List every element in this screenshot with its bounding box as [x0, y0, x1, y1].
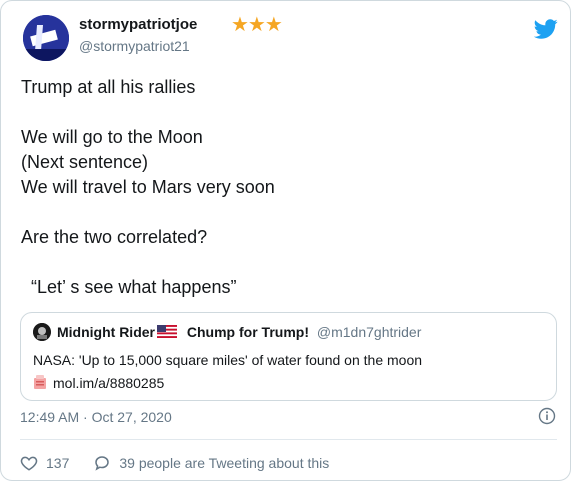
- avatar[interactable]: [23, 15, 69, 61]
- comment-icon: [95, 456, 110, 471]
- quoted-avatar: [33, 323, 51, 341]
- quoted-display-name: Midnight Rider: [57, 324, 155, 340]
- quoted-link[interactable]: mol.im/a/8880285: [53, 375, 164, 391]
- talking-about: 39 people are Tweeting about this: [119, 455, 330, 471]
- divider: [20, 439, 557, 440]
- star-emojis: ★★★: [231, 14, 283, 36]
- like-count: 137: [46, 455, 70, 471]
- display-name[interactable]: stormypatriotjoe: [79, 16, 197, 33]
- tweet-text: Trump at all his rallies We will go to t…: [21, 77, 275, 297]
- quoted-handle: @m1dn7ghtrider: [316, 324, 422, 340]
- quoted-text: NASA: 'Up to 15,000 square miles' of wat…: [33, 352, 423, 368]
- quoted-name-line: Midnight Rider Chump for Trump! @m1dn7gh…: [57, 324, 421, 340]
- user-handle[interactable]: @stormypatriot21: [79, 38, 190, 54]
- conversation-button[interactable]: 39 people are Tweeting about this: [93, 454, 329, 472]
- info-icon[interactable]: [538, 407, 556, 425]
- quoted-name-suffix: Chump for Trump!: [186, 324, 309, 340]
- tweet-card: stormypatriotjoe ★★★ @stormypatriot21 Tr…: [0, 0, 571, 481]
- quoted-avatar-image: [33, 323, 51, 341]
- timestamp[interactable]: 12:49 AM · Oct 27, 2020: [20, 409, 172, 425]
- like-button[interactable]: 137: [20, 454, 69, 472]
- avatar-image: [23, 15, 69, 61]
- us-flag-icon: [157, 325, 177, 338]
- quoted-tweet[interactable]: Midnight Rider Chump for Trump! @m1dn7gh…: [20, 312, 557, 401]
- heart-icon: [20, 456, 38, 471]
- twitter-bird-icon[interactable]: [534, 17, 558, 41]
- newspaper-icon: [34, 375, 46, 389]
- action-bar: 137 39 people are Tweeting about this: [20, 454, 329, 472]
